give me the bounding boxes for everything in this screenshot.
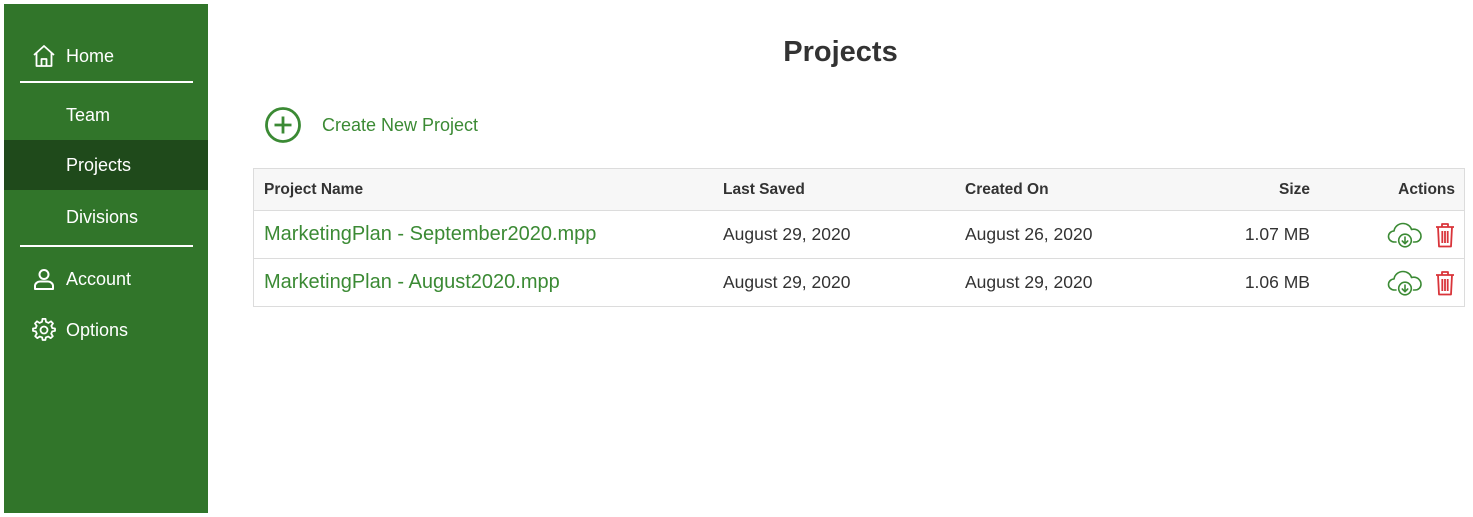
sidebar-item-team[interactable]: Team <box>4 90 208 140</box>
size-cell: 1.06 MB <box>1244 272 1310 292</box>
sidebar-item-projects[interactable]: Projects <box>4 140 208 190</box>
created-on-cell: August 26, 2020 <box>965 224 1093 244</box>
last-saved-cell: August 29, 2020 <box>723 224 851 244</box>
actions-cell <box>1387 211 1455 258</box>
sidebar: Home Team Projects Divisions Account Opt… <box>4 4 208 513</box>
project-name-link[interactable]: MarketingPlan - September2020.mpp <box>264 211 596 258</box>
home-icon <box>31 43 57 69</box>
column-header-last-saved[interactable]: Last Saved <box>723 169 805 210</box>
plus-circle-icon <box>264 106 302 144</box>
trash-icon[interactable] <box>1435 222 1455 248</box>
column-header-actions: Actions <box>1398 180 1455 198</box>
sidebar-divider <box>20 81 193 83</box>
sidebar-item-label: Divisions <box>66 206 139 227</box>
table-row: MarketingPlan - September2020.mpp August… <box>254 211 1464 259</box>
sidebar-item-label: Projects <box>66 154 132 175</box>
column-header-size[interactable]: Size <box>1279 169 1310 210</box>
page-title: Projects <box>783 36 898 68</box>
created-on-cell: August 29, 2020 <box>965 272 1093 292</box>
table-header-row: Project Name Last Saved Created On Size … <box>254 169 1464 211</box>
table-row: MarketingPlan - August2020.mpp August 29… <box>254 259 1464 307</box>
sidebar-item-divisions[interactable]: Divisions <box>4 192 208 242</box>
cloud-download-icon[interactable] <box>1387 222 1423 248</box>
sidebar-item-account[interactable]: Account <box>4 254 208 304</box>
sidebar-item-label: Team <box>66 104 111 125</box>
project-name-link[interactable]: MarketingPlan - August2020.mpp <box>264 259 560 306</box>
sidebar-divider <box>20 245 193 247</box>
actions-cell <box>1387 259 1455 306</box>
cloud-download-icon[interactable] <box>1387 270 1423 296</box>
gear-icon <box>31 317 57 343</box>
create-new-project-button[interactable]: Create New Project <box>264 105 478 145</box>
column-header-created-on[interactable]: Created On <box>965 169 1049 210</box>
trash-icon[interactable] <box>1435 270 1455 296</box>
size-cell: 1.07 MB <box>1244 224 1310 244</box>
last-saved-cell: August 29, 2020 <box>723 272 851 292</box>
sidebar-item-options[interactable]: Options <box>4 305 208 355</box>
column-header-project-name[interactable]: Project Name <box>264 169 363 210</box>
user-icon <box>31 266 57 292</box>
sidebar-item-home[interactable]: Home <box>4 31 208 81</box>
projects-table: Project Name Last Saved Created On Size … <box>253 168 1465 307</box>
sidebar-item-label: Account <box>66 268 132 289</box>
sidebar-item-label: Options <box>66 319 129 340</box>
sidebar-item-label: Home <box>66 45 115 66</box>
create-new-project-label: Create New Project <box>322 114 479 135</box>
